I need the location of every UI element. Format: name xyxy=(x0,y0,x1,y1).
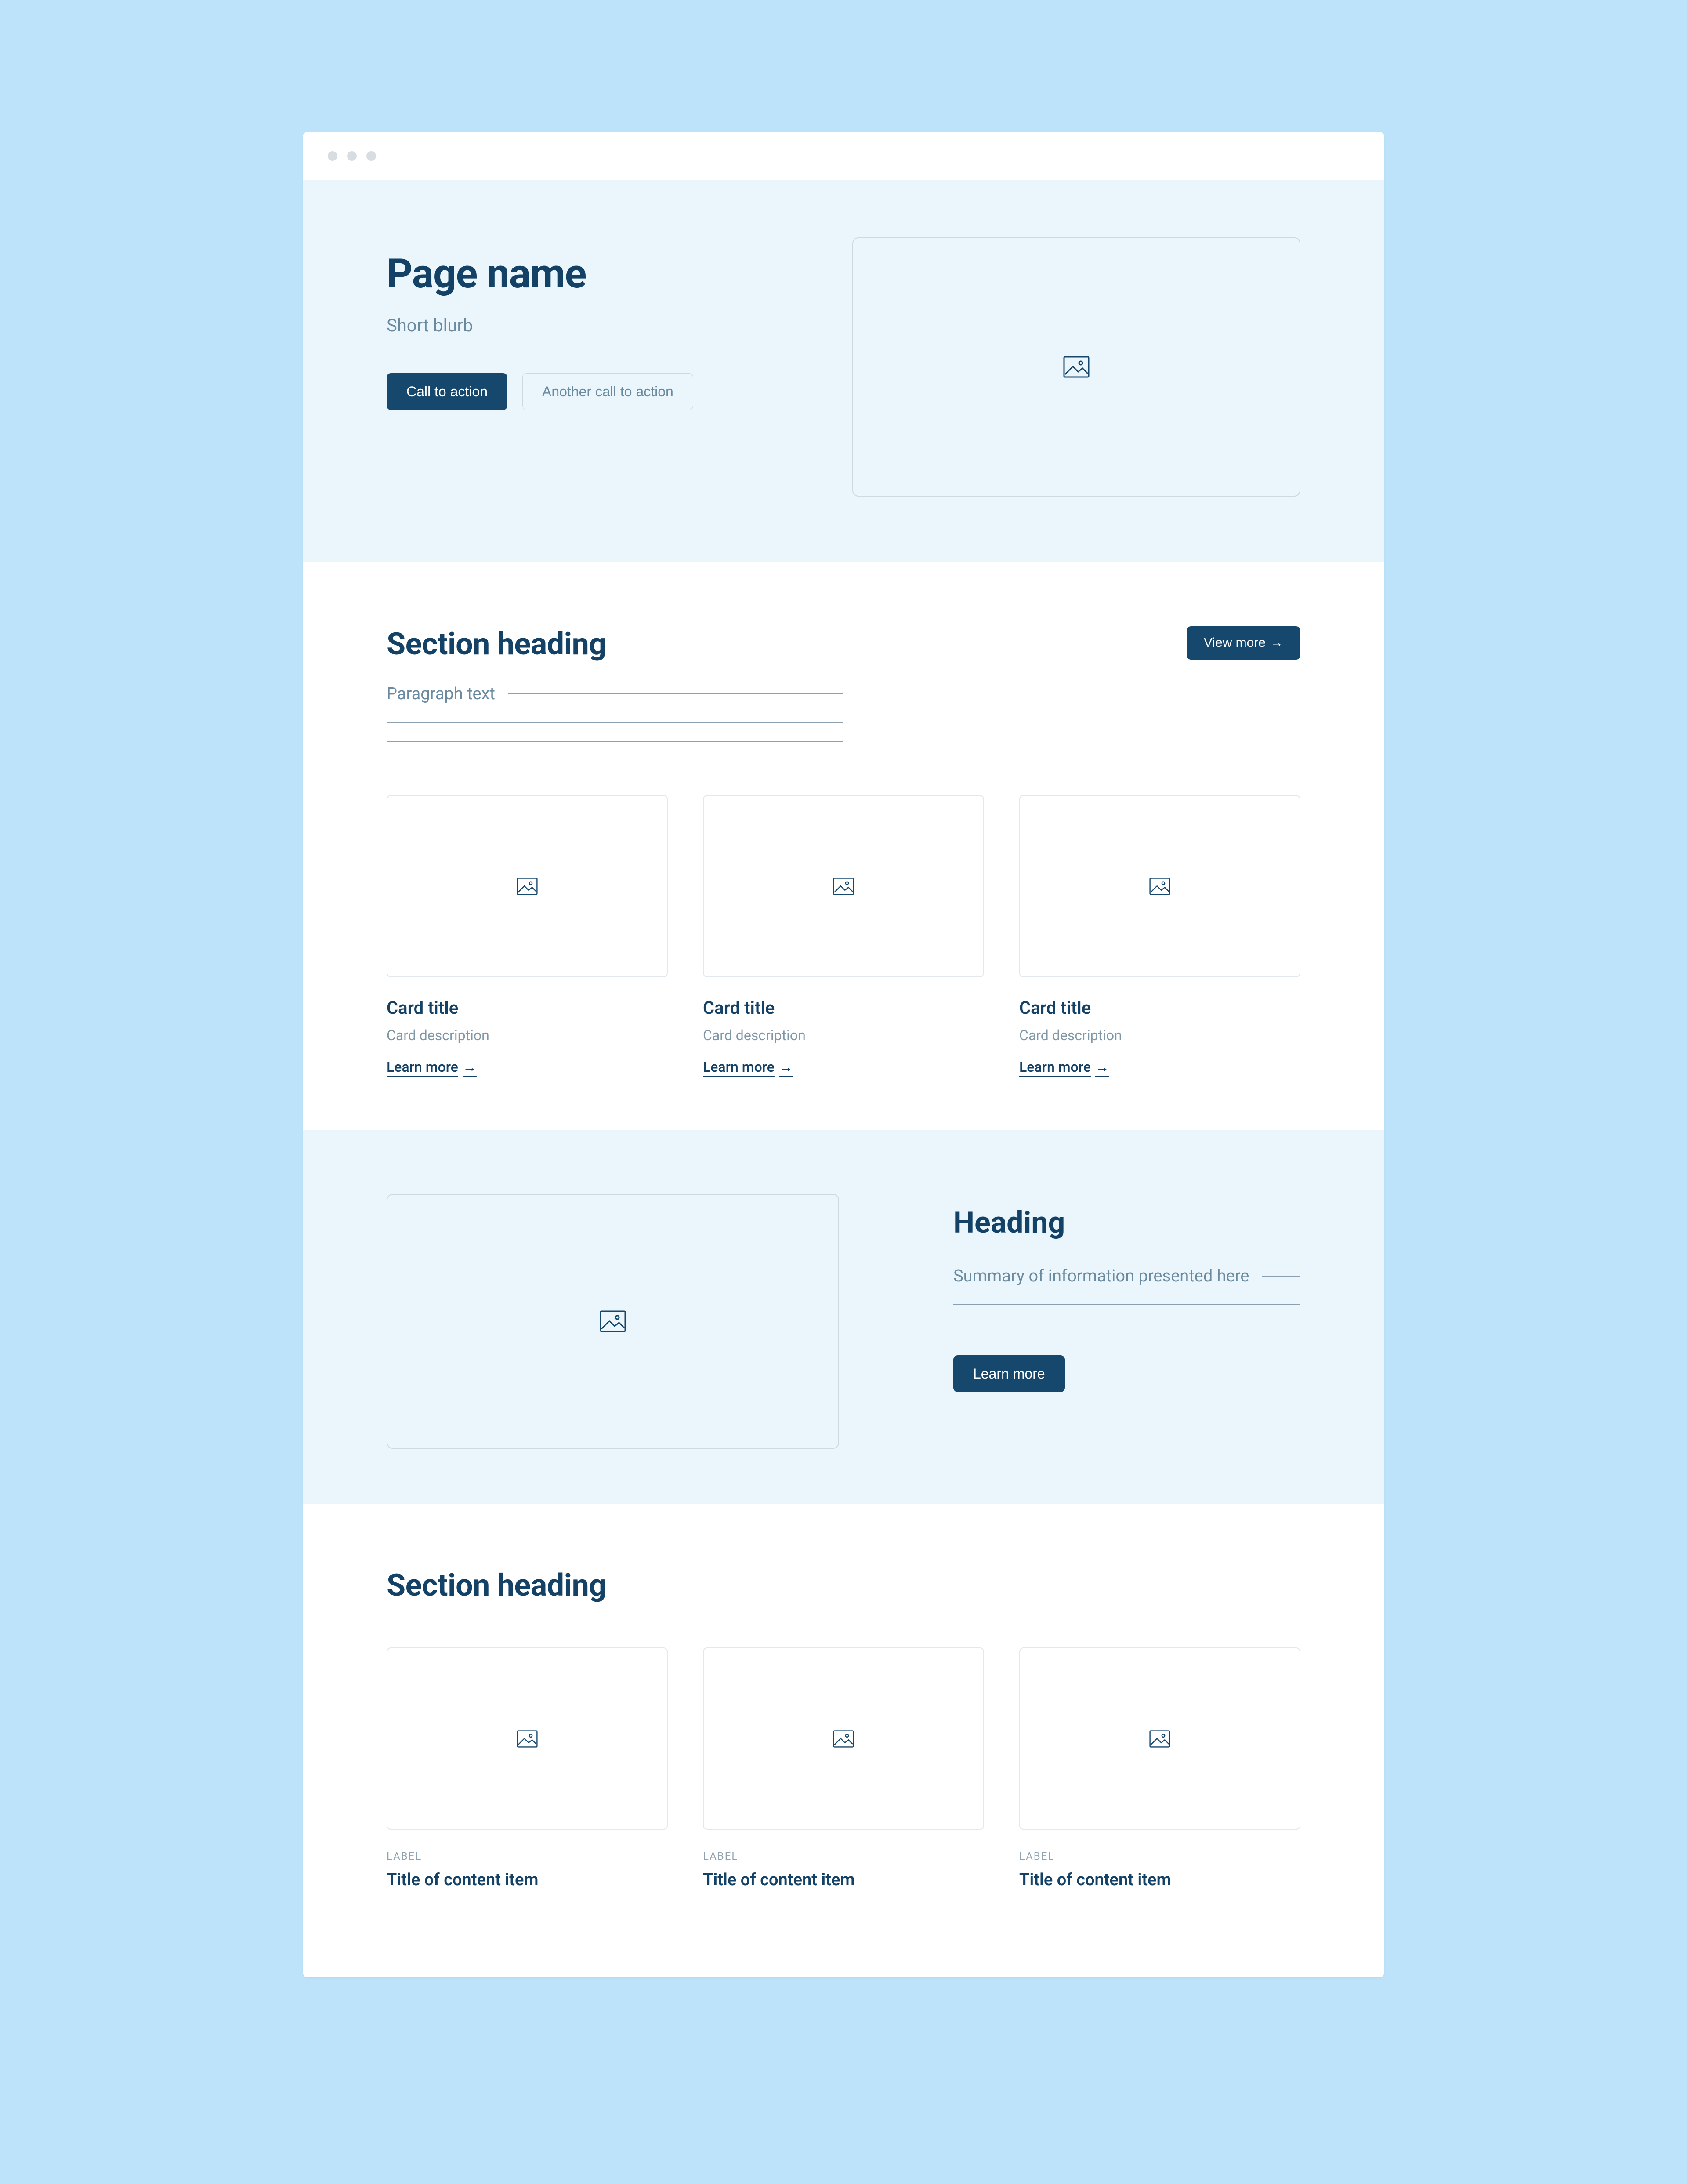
section-heading: Section heading xyxy=(387,1567,1300,1604)
card-learn-more-link[interactable]: Learn more → xyxy=(387,1059,477,1075)
highlight-heading: Heading xyxy=(953,1205,1300,1240)
card-image-placeholder xyxy=(703,795,984,977)
card-title: Card title xyxy=(387,998,668,1018)
arrow-right-icon: → xyxy=(779,1059,793,1075)
window-dot-min-icon[interactable] xyxy=(347,151,357,161)
summary-lead-text: Summary of information presented here xyxy=(953,1266,1249,1286)
paragraph-placeholder: Paragraph text xyxy=(387,684,844,742)
content-item: LABEL Title of content item xyxy=(703,1647,984,1890)
paragraph-line-icon xyxy=(953,1304,1300,1305)
arrow-right-icon: → xyxy=(1270,635,1283,650)
highlight-section: Heading Summary of information presented… xyxy=(303,1130,1384,1504)
image-icon xyxy=(833,878,854,895)
highlight-image-placeholder xyxy=(387,1194,839,1449)
summary-placeholder: Summary of information presented here xyxy=(953,1266,1300,1324)
item-image-placeholder xyxy=(703,1647,984,1830)
item-image-placeholder xyxy=(1019,1647,1300,1830)
window-titlebar xyxy=(303,132,1384,180)
item-label: LABEL xyxy=(387,1850,668,1862)
content-card: Card title Card description Learn more → xyxy=(387,795,668,1075)
card-image-placeholder xyxy=(387,795,668,977)
section-head: Section heading Paragraph text View more… xyxy=(387,626,1300,742)
image-icon xyxy=(600,1310,626,1332)
card-grid: Card title Card description Learn more→ … xyxy=(387,795,1300,1075)
item-grid: LABEL Title of content item LABEL Title … xyxy=(387,1647,1300,1890)
image-icon xyxy=(517,878,538,895)
card-image-placeholder xyxy=(1019,795,1300,977)
page-blurb: Short blurb xyxy=(387,315,800,336)
page-title: Page name xyxy=(387,250,800,297)
paragraph-line-icon xyxy=(387,722,844,723)
item-label: LABEL xyxy=(703,1850,984,1862)
item-label: LABEL xyxy=(1019,1850,1300,1862)
highlight-learn-more-button[interactable]: Learn more xyxy=(953,1355,1065,1392)
content-card: Card title Card description Learn more→ xyxy=(703,795,984,1075)
cta-secondary-button[interactable]: Another call to action xyxy=(522,373,693,410)
card-link-label: Learn more xyxy=(387,1059,458,1075)
card-description: Card description xyxy=(387,1027,668,1044)
hero-ctas: Call to action Another call to action xyxy=(387,373,800,410)
paragraph-lead-text: Paragraph text xyxy=(387,684,495,704)
card-link-label: Learn more xyxy=(1019,1059,1091,1075)
window-dot-max-icon[interactable] xyxy=(366,151,376,161)
arrow-right-icon: → xyxy=(1095,1059,1109,1075)
content-card: Card title Card description Learn more→ xyxy=(1019,795,1300,1075)
paragraph-line-icon xyxy=(387,741,844,742)
image-icon xyxy=(517,1730,538,1748)
cta-primary-button[interactable]: Call to action xyxy=(387,373,507,410)
card-link-label: Learn more xyxy=(703,1059,775,1075)
content-item: LABEL Title of content item xyxy=(1019,1647,1300,1890)
image-icon xyxy=(1149,1730,1170,1748)
item-image-placeholder xyxy=(387,1647,668,1830)
item-title: Title of content item xyxy=(387,1870,668,1890)
card-description: Card description xyxy=(703,1027,984,1044)
arrow-right-icon: → xyxy=(463,1059,477,1075)
section-cards: Section heading Paragraph text View more… xyxy=(303,562,1384,1130)
image-icon xyxy=(833,1730,854,1748)
card-description: Card description xyxy=(1019,1027,1300,1044)
section-heading: Section heading xyxy=(387,626,844,662)
hero-section: Page name Short blurb Call to action Ano… xyxy=(303,180,1384,562)
browser-window: Page name Short blurb Call to action Ano… xyxy=(303,132,1384,1977)
window-dot-close-icon[interactable] xyxy=(328,151,337,161)
section-content-items: Section heading LABEL Title of content i… xyxy=(303,1504,1384,1977)
view-more-button[interactable]: View more → xyxy=(1187,626,1300,660)
card-title: Card title xyxy=(703,998,984,1018)
item-title: Title of content item xyxy=(703,1870,984,1890)
card-learn-more-link[interactable]: Learn more→ xyxy=(1019,1059,1109,1075)
card-learn-more-link[interactable]: Learn more→ xyxy=(703,1059,793,1075)
paragraph-line-icon xyxy=(1262,1276,1300,1277)
paragraph-line-icon xyxy=(508,693,844,694)
item-title: Title of content item xyxy=(1019,1870,1300,1890)
hero-copy: Page name Short blurb Call to action Ano… xyxy=(387,237,800,497)
content-item: LABEL Title of content item xyxy=(387,1647,668,1890)
image-icon xyxy=(1063,356,1090,378)
image-icon xyxy=(1149,878,1170,895)
view-more-label: View more xyxy=(1204,635,1266,650)
card-title: Card title xyxy=(1019,998,1300,1018)
highlight-copy: Heading Summary of information presented… xyxy=(953,1194,1300,1392)
hero-image-placeholder xyxy=(852,237,1300,497)
